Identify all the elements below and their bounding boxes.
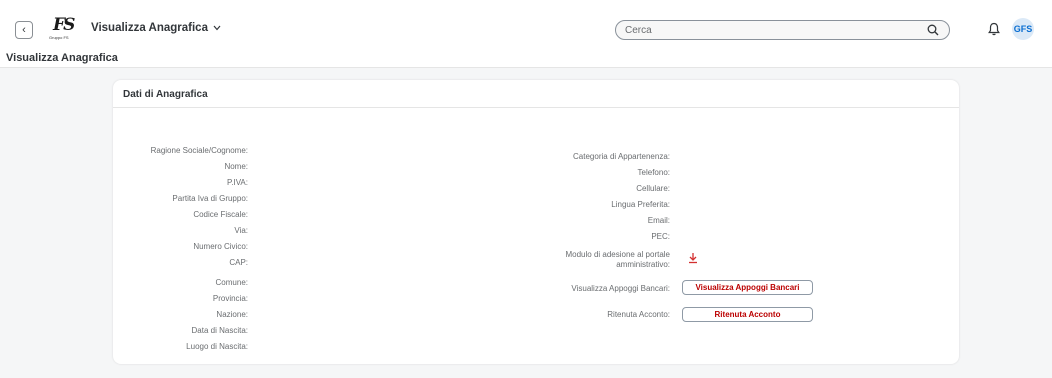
visualizza-appoggi-bancari-button[interactable]: Visualizza Appoggi Bancari	[682, 280, 813, 295]
app-title-menu[interactable]: Visualizza Anagrafica	[91, 22, 221, 34]
app-title: Visualizza Anagrafica	[91, 22, 208, 34]
label-nazione: Nazione:	[216, 310, 248, 319]
search-input[interactable]	[625, 23, 915, 37]
label-cap: CAP:	[229, 258, 248, 267]
label-codice-fiscale: Codice Fiscale:	[193, 210, 248, 219]
label-ragione-sociale: Ragione Sociale/Cognome:	[150, 146, 248, 155]
logo-mark: FS	[53, 15, 75, 35]
label-categoria: Categoria di Appartenenza:	[573, 152, 670, 161]
ritenuta-acconto-button[interactable]: Ritenuta Acconto	[682, 307, 813, 322]
download-icon[interactable]	[687, 252, 699, 264]
label-ritenuta: Ritenuta Acconto:	[607, 310, 670, 319]
label-piva: P.IVA:	[226, 178, 248, 187]
label-data-nascita: Data di Nascita:	[191, 326, 248, 335]
page-header: Visualizza Anagrafica	[0, 48, 1052, 68]
label-nome: Nome:	[224, 162, 248, 171]
anagrafica-panel: Dati di Anagrafica Ragione Sociale/Cogno…	[113, 80, 959, 364]
label-provincia: Provincia:	[212, 294, 248, 303]
label-modulo-line2: amministrativo:	[616, 260, 670, 269]
label-via: Via:	[234, 226, 248, 235]
panel-title: Dati di Anagrafica	[123, 89, 208, 100]
label-telefono: Telefono:	[637, 168, 670, 177]
label-pec: PEC:	[651, 232, 670, 241]
label-modulo-line1: Modulo di adesione al portale	[565, 250, 670, 259]
page-title: Visualizza Anagrafica	[6, 52, 118, 64]
shell-bar: ‹ FS Gruppo FS Visualizza Anagrafica GFS	[0, 0, 1052, 48]
search-field[interactable]	[615, 20, 950, 40]
label-lingua: Lingua Preferita:	[611, 200, 670, 209]
label-email: Email:	[647, 216, 670, 225]
search-icon[interactable]	[927, 24, 939, 36]
bell-icon[interactable]	[988, 22, 1000, 36]
logo-subtitle: Gruppo FS	[49, 35, 69, 40]
label-appoggi: Visualizza Appoggi Bancari:	[571, 284, 670, 293]
label-numero-civico: Numero Civico:	[193, 242, 248, 251]
company-logo: FS Gruppo FS	[47, 15, 77, 45]
chevron-left-icon: ‹	[22, 24, 26, 36]
panel-header: Dati di Anagrafica	[113, 80, 959, 108]
chevron-down-icon	[213, 25, 221, 31]
label-cellulare: Cellulare:	[636, 184, 670, 193]
label-partita-iva-gruppo: Partita Iva di Gruppo:	[172, 194, 248, 203]
user-avatar[interactable]: GFS	[1012, 18, 1034, 40]
back-button[interactable]: ‹	[15, 21, 33, 39]
label-luogo-nascita: Luogo di Nascita:	[186, 342, 248, 351]
label-comune: Comune:	[215, 278, 248, 287]
